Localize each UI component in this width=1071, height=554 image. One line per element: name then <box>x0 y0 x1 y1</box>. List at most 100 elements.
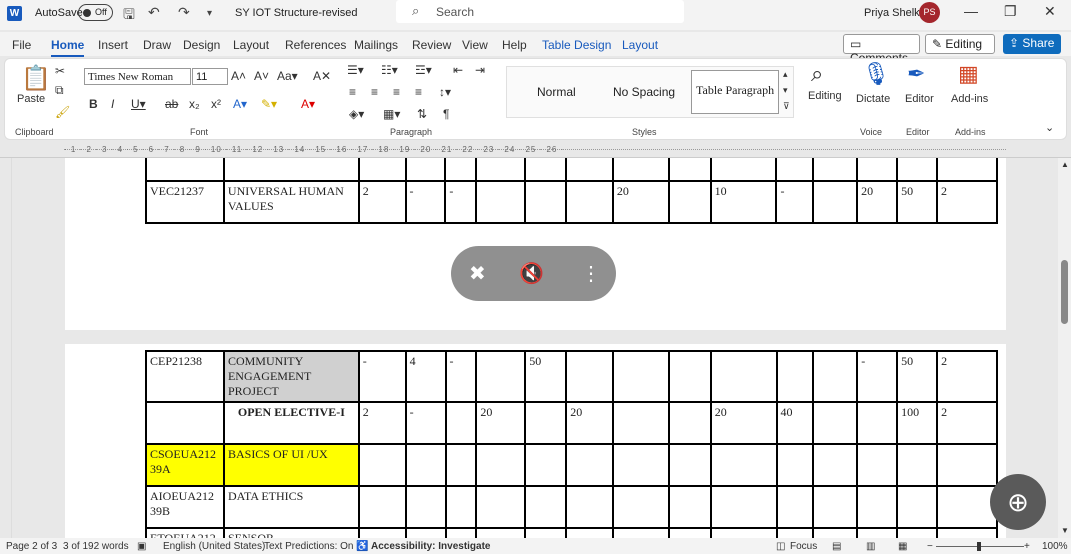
print-layout-icon[interactable]: ▥ <box>866 541 875 552</box>
course-code-cell[interactable] <box>145 401 225 445</box>
tab-home[interactable]: Home <box>51 38 85 57</box>
zoom-magnifier-button[interactable]: ⊕ <box>990 474 1046 530</box>
tab-insert[interactable]: Insert <box>98 38 128 52</box>
table-cell[interactable] <box>404 527 447 538</box>
align-right-icon[interactable]: ≡ <box>393 85 400 99</box>
vertical-ruler[interactable] <box>0 158 12 538</box>
table-cell[interactable]: 30 <box>565 158 614 182</box>
table-cell[interactable] <box>709 443 778 487</box>
scrollbar-thumb[interactable] <box>1061 260 1068 324</box>
font-name-select[interactable]: Times New Roman <box>84 68 191 85</box>
style-normal[interactable]: Normal <box>537 85 576 99</box>
undo-icon[interactable]: ↶ <box>148 4 160 21</box>
avatar[interactable]: PS <box>919 2 940 23</box>
bullets-icon[interactable]: ☰▾ <box>347 63 364 77</box>
tab-view[interactable]: View <box>462 38 488 52</box>
user-name[interactable]: Priya Shelke <box>864 7 926 19</box>
table-cell[interactable] <box>444 527 478 538</box>
table-cell[interactable]: 2 <box>357 401 407 445</box>
horizontal-ruler[interactable]: · 1 · 2 · 3 · 4 · 5 · 6 · 7 · 8 · 9 · 10… <box>0 142 1071 158</box>
table-cell[interactable] <box>709 485 778 529</box>
borders-icon[interactable]: ▦▾ <box>383 107 400 121</box>
zoom-slider-knob[interactable] <box>977 542 981 551</box>
table-cell[interactable] <box>357 443 407 487</box>
paste-label[interactable]: Paste <box>17 93 45 105</box>
course-name-cell[interactable]: COMMUNITY ENGAGEMENT PROJECT <box>222 350 360 403</box>
table-cell[interactable]: 20 <box>611 180 670 224</box>
table-cell[interactable]: 1 <box>357 158 407 182</box>
table-cell[interactable] <box>612 527 670 538</box>
table-cell[interactable]: 20 <box>611 158 670 182</box>
table-cell[interactable] <box>475 180 527 224</box>
table-cell[interactable]: 20 <box>709 401 778 445</box>
focus-mode[interactable]: Focus <box>790 541 817 552</box>
collapse-ribbon-icon[interactable]: ⌄ <box>1045 121 1054 134</box>
table-cell[interactable] <box>475 158 527 182</box>
table-cell[interactable] <box>444 401 478 445</box>
word-count[interactable]: 3 of 192 words <box>63 541 129 552</box>
table-cell[interactable] <box>667 350 712 403</box>
table-cell[interactable] <box>444 443 478 487</box>
numbering-icon[interactable]: ☷▾ <box>381 63 398 77</box>
table-cell[interactable]: 40 <box>775 401 815 445</box>
autosave-toggle[interactable]: Off <box>78 4 113 21</box>
style-no-spacing[interactable]: No Spacing <box>613 85 675 99</box>
table-cell[interactable] <box>357 485 407 529</box>
table-cell[interactable]: - <box>444 350 478 403</box>
course-name-cell[interactable]: DATA ETHICS <box>222 485 360 529</box>
styles-scroll-down-icon[interactable]: ▾ <box>783 85 788 96</box>
table-cell[interactable] <box>524 527 568 538</box>
increase-indent-icon[interactable]: ⇥ <box>475 63 485 77</box>
course-code-cell[interactable] <box>145 158 225 182</box>
table-cell[interactable] <box>475 443 527 487</box>
table-cell[interactable] <box>524 180 568 224</box>
italic-icon[interactable]: I <box>111 97 114 111</box>
grow-font-icon[interactable]: A˄ <box>231 69 246 83</box>
table-cell[interactable]: 2 <box>357 180 407 224</box>
table-cell[interactable] <box>667 485 712 529</box>
tab-help[interactable]: Help <box>502 38 527 52</box>
table-cell[interactable]: - <box>357 350 407 403</box>
tab-review[interactable]: Review <box>412 38 451 52</box>
course-code-cell[interactable]: CEP21238 <box>145 350 225 403</box>
close-icon[interactable]: ✕ <box>1044 3 1056 20</box>
table-cell[interactable]: - <box>856 350 899 403</box>
table-cell[interactable] <box>667 527 712 538</box>
table-cell[interactable] <box>856 401 899 445</box>
table-cell[interactable] <box>612 443 670 487</box>
table-cell[interactable] <box>667 180 712 224</box>
table-cell[interactable]: 100 <box>896 401 939 445</box>
editor-label[interactable]: Editor <box>905 93 934 105</box>
table-cell[interactable] <box>667 443 712 487</box>
table-cell[interactable] <box>775 527 815 538</box>
add-ins-label[interactable]: Add-ins <box>951 93 988 105</box>
more-options-icon[interactable]: ⋮ <box>581 261 601 286</box>
course-code-cell[interactable]: CSOEUA212 39A <box>145 443 225 487</box>
text-predictions[interactable]: Text Predictions: On <box>264 541 353 552</box>
tab-table-layout[interactable]: Layout <box>622 38 658 52</box>
table-cell[interactable] <box>856 527 899 538</box>
table-cell[interactable] <box>565 485 615 529</box>
table-cell[interactable]: 2 <box>936 350 998 403</box>
table-cell[interactable] <box>565 180 614 224</box>
microphone-icon[interactable]: 🎙 <box>862 61 890 87</box>
table-cell[interactable] <box>667 158 712 182</box>
table-cell[interactable] <box>709 158 778 182</box>
table-cell[interactable] <box>856 485 899 529</box>
table-cell[interactable]: 100 <box>896 158 939 182</box>
share-button[interactable]: ⇪ Share <box>1003 34 1061 54</box>
table-cell[interactable]: 20 <box>475 401 527 445</box>
table-cell[interactable] <box>565 443 615 487</box>
format-painter-icon[interactable]: 🖌 <box>55 105 70 119</box>
table-cell[interactable] <box>936 443 998 487</box>
course-name-cell[interactable]: DESIGN THINKING <box>222 158 360 182</box>
unpin-icon[interactable]: ✖ <box>469 261 486 286</box>
table-cell[interactable]: 2 <box>936 180 998 224</box>
table-cell[interactable] <box>812 180 859 224</box>
table-cell[interactable] <box>856 443 899 487</box>
table-cell[interactable]: 2 <box>936 401 998 445</box>
table-cell[interactable] <box>524 443 568 487</box>
table-cell[interactable] <box>936 485 998 529</box>
proofing-icon[interactable]: ▣ <box>137 541 146 552</box>
customize-toolbar-icon[interactable]: ▾ <box>207 8 212 19</box>
